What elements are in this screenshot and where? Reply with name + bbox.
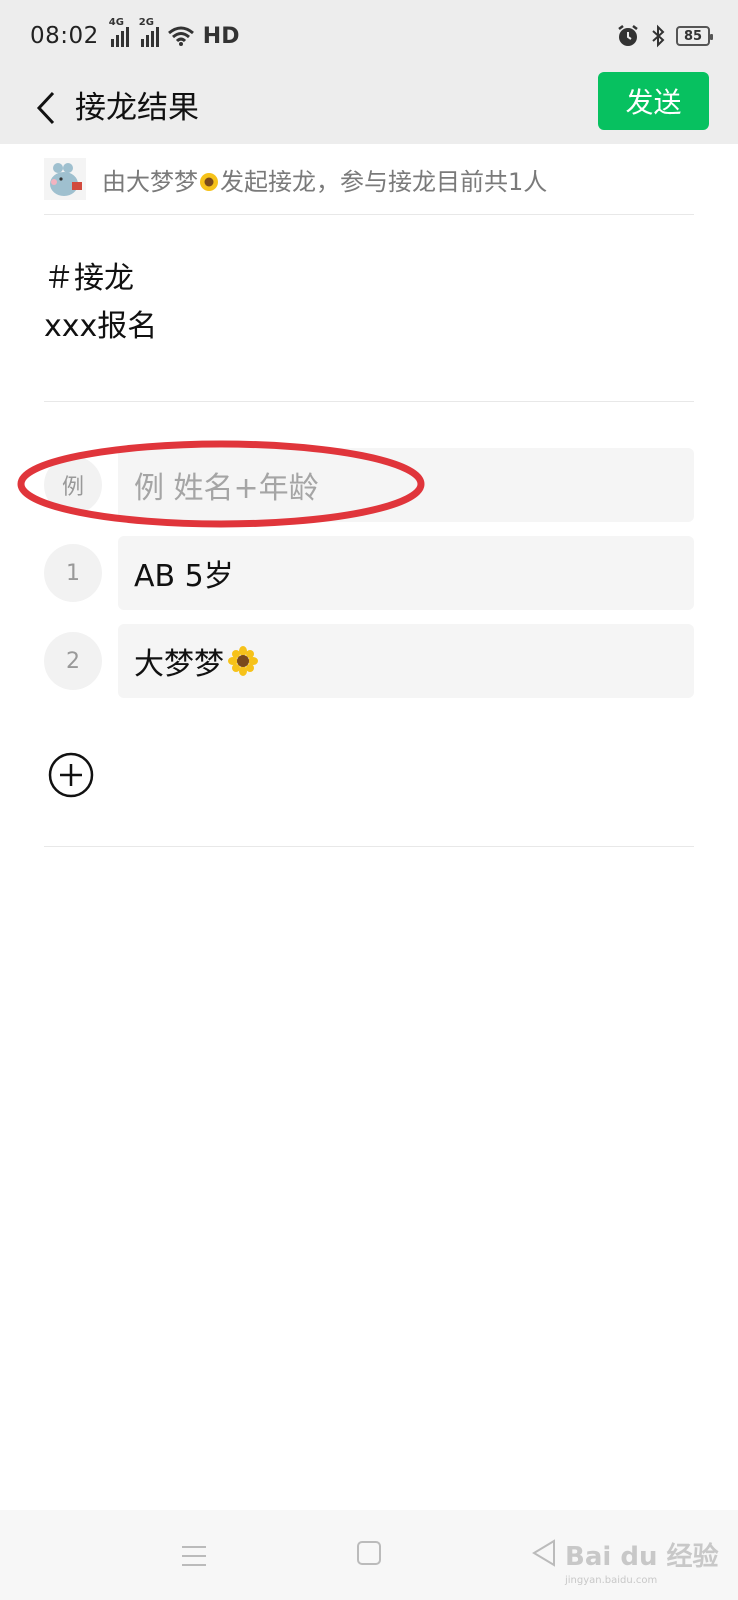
topic-text: ＃接龙 xxx报名: [44, 215, 694, 402]
page-title: 接龙结果: [75, 90, 199, 126]
sunflower-icon: [200, 172, 218, 191]
home-icon[interactable]: [356, 1540, 382, 1566]
status-bar: 08:02 4G 2G HD 85: [0, 0, 738, 72]
initiator-text: 由大梦梦 发起接龙，参与接龙目前共1人: [102, 167, 548, 196]
example-row: 例 例 姓名+年龄: [17, 440, 694, 528]
back-button[interactable]: [24, 86, 68, 130]
sunflower-icon: [228, 646, 258, 676]
battery-icon: 85: [676, 26, 713, 46]
initiator-row: 由大梦梦 发起接龙，参与接龙目前共1人: [44, 144, 694, 215]
watermark: Bai du 经验 jingyan.baidu.com: [565, 1542, 719, 1586]
entry-list: 例 例 姓名+年龄 1 AB 5岁 2 大梦梦: [17, 402, 694, 847]
list-item: 1 AB 5岁: [44, 536, 694, 610]
nav-bar: 接龙结果 发送: [0, 72, 738, 144]
entry-number: 1: [44, 544, 102, 602]
back-triangle-icon[interactable]: [530, 1538, 558, 1568]
list-item: 2 大梦梦: [44, 624, 694, 698]
bluetooth-icon: [652, 24, 665, 48]
signal-4g-icon: 4G: [109, 17, 129, 47]
send-button[interactable]: 发送: [598, 72, 709, 130]
entry-number: 2: [44, 632, 102, 690]
entry-field[interactable]: 大梦梦: [118, 624, 694, 698]
avatar[interactable]: [44, 158, 86, 200]
alarm-icon: [618, 25, 638, 46]
menu-icon[interactable]: [180, 1544, 208, 1568]
hd-icon: HD: [202, 23, 240, 49]
entry-field[interactable]: AB 5岁: [118, 536, 694, 610]
divider: [44, 846, 694, 847]
signal-2g-icon: 2G: [139, 17, 159, 47]
main-content: 由大梦梦 发起接龙，参与接龙目前共1人 ＃接龙 xxx报名 例 例 姓名+年龄 …: [17, 144, 694, 847]
example-placeholder[interactable]: 例 姓名+年龄: [118, 448, 694, 522]
example-badge: 例: [44, 456, 102, 514]
system-nav-bar: Bai du 经验 jingyan.baidu.com: [0, 1510, 738, 1600]
add-entry-button[interactable]: [48, 752, 94, 798]
chevron-left-icon: [36, 91, 55, 125]
wifi-icon: [167, 26, 194, 46]
status-time: 08:02: [30, 23, 99, 49]
